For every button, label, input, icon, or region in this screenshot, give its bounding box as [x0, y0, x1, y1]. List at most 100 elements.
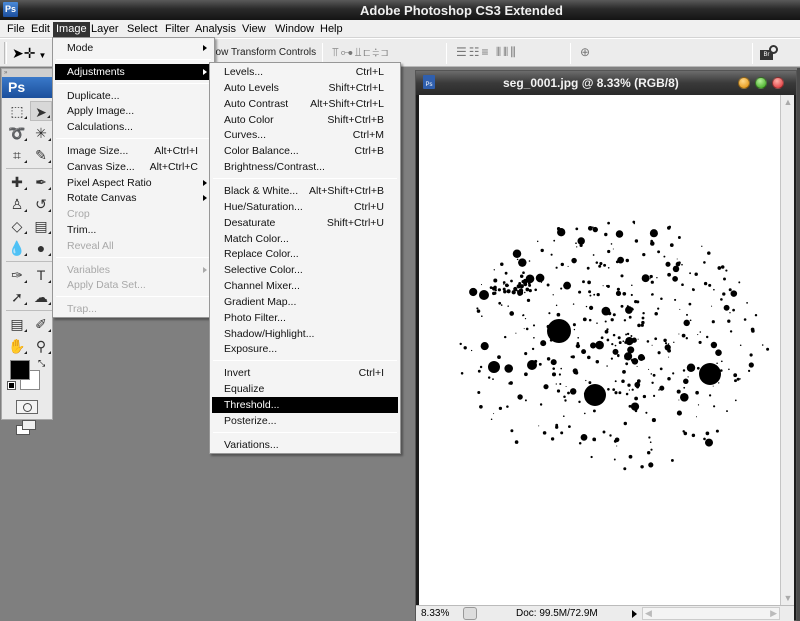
move-tool[interactable]: ➤: [30, 101, 52, 121]
distribute-right-icon[interactable]: ⫼: [510, 45, 518, 59]
shape-tool[interactable]: ☁: [30, 287, 52, 307]
distribute-top-icon[interactable]: ☰: [456, 45, 469, 59]
menu-item-selective-color[interactable]: Selective Color...: [212, 262, 398, 278]
menu-item-trim[interactable]: Trim...: [55, 222, 212, 238]
menu-item-hue-saturation[interactable]: Hue/Saturation... Ctrl+U: [212, 199, 398, 215]
pen-tool[interactable]: ✑: [6, 265, 28, 285]
menu-edit[interactable]: Edit: [28, 22, 53, 37]
menu-item-auto-contrast[interactable]: Auto Contrast Alt+Shift+Ctrl+L: [212, 96, 398, 112]
align-left-icon[interactable]: ⊏: [364, 45, 373, 59]
close-button[interactable]: [772, 77, 784, 89]
healing-brush-tool[interactable]: ✚: [6, 172, 28, 192]
magic-wand-tool[interactable]: ✳: [30, 123, 52, 143]
auto-align-icon[interactable]: ⊕: [580, 45, 592, 61]
menu-item-color-balance[interactable]: Color Balance... Ctrl+B: [212, 143, 398, 159]
menu-item-posterize[interactable]: Posterize...: [212, 413, 398, 429]
menu-item-brightness-contrast[interactable]: Brightness/Contrast...: [212, 159, 398, 175]
align-hcenter-icon[interactable]: ≑: [372, 45, 381, 59]
align-bottom-icon[interactable]: ⫫: [355, 45, 364, 59]
status-options-icon[interactable]: [463, 607, 477, 620]
menu-item-duplicate[interactable]: Duplicate...: [55, 88, 212, 104]
eyedropper-tool[interactable]: ✐: [30, 314, 52, 334]
palette-collapse-handle[interactable]: »: [2, 69, 52, 77]
eraser-tool[interactable]: ◇: [6, 216, 28, 236]
menu-item-mode[interactable]: Mode: [55, 40, 212, 56]
scroll-up-icon[interactable]: ▲: [782, 95, 794, 109]
swap-colors-icon[interactable]: ⤡: [38, 358, 45, 369]
dodge-tool[interactable]: ●: [30, 238, 52, 258]
distribute-bottom-icon[interactable]: ≡: [482, 45, 491, 59]
options-bar-grip[interactable]: [4, 42, 7, 64]
hand-tool[interactable]: ✋: [6, 336, 28, 356]
menu-item-desaturate[interactable]: Desaturate Shift+Ctrl+U: [212, 215, 398, 231]
scroll-right-icon[interactable]: ▶: [770, 608, 777, 619]
align-top-icon[interactable]: ⫪: [332, 45, 341, 59]
menu-item-apply-image[interactable]: Apply Image...: [55, 103, 212, 119]
menu-help[interactable]: Help: [317, 22, 346, 37]
go-to-bridge-button[interactable]: Br: [760, 45, 780, 61]
document-title-bar[interactable]: Ps seg_0001.jpg @ 8.33% (RGB/8): [416, 71, 796, 95]
horizontal-scrollbar[interactable]: ◀ ▶: [642, 607, 780, 620]
screen-mode-button[interactable]: [16, 420, 38, 436]
menu-item-match-color[interactable]: Match Color...: [212, 231, 398, 247]
menu-item-threshold[interactable]: Threshold...: [212, 397, 398, 413]
menu-item-replace-color[interactable]: Replace Color...: [212, 246, 398, 262]
quick-mask-button[interactable]: [16, 400, 38, 414]
menu-item-exposure[interactable]: Exposure...: [212, 341, 398, 357]
minimize-button[interactable]: [738, 77, 750, 89]
menu-item-equalize[interactable]: Equalize: [212, 381, 398, 397]
foreground-color-swatch[interactable]: [10, 360, 30, 380]
default-colors-icon[interactable]: [7, 381, 16, 390]
menu-item-canvas-size[interactable]: Canvas Size... Alt+Ctrl+C: [55, 159, 212, 175]
menu-item-channel-mixer[interactable]: Channel Mixer...: [212, 278, 398, 294]
menu-item-auto-color[interactable]: Auto Color Shift+Ctrl+B: [212, 112, 398, 128]
menu-item-levels[interactable]: Levels... Ctrl+L: [212, 64, 398, 80]
status-menu-arrow-icon[interactable]: [632, 610, 637, 618]
menu-select[interactable]: Select: [124, 22, 161, 37]
clone-stamp-tool[interactable]: ♙: [6, 194, 28, 214]
path-selection-tool[interactable]: ➚: [6, 287, 28, 307]
blur-tool[interactable]: 💧: [6, 238, 28, 258]
zoom-tool[interactable]: ⚲: [30, 336, 52, 356]
align-vcenter-icon[interactable]: ⊶: [341, 45, 355, 59]
menu-file[interactable]: File: [4, 22, 28, 37]
menu-image[interactable]: Image: [53, 22, 90, 37]
scroll-left-icon[interactable]: ◀: [645, 608, 652, 619]
show-transform-controls-checkbox[interactable]: how Transform Controls: [210, 47, 316, 58]
zoom-level-field[interactable]: 8.33%: [421, 606, 463, 621]
scroll-down-icon[interactable]: ▼: [782, 591, 794, 605]
menu-item-gradient-map[interactable]: Gradient Map...: [212, 294, 398, 310]
menu-item-photo-filter[interactable]: Photo Filter...: [212, 310, 398, 326]
menu-layer[interactable]: Layer: [88, 22, 122, 37]
crop-tool[interactable]: ⌗: [6, 145, 28, 165]
menu-item-rotate-canvas[interactable]: Rotate Canvas: [55, 190, 212, 206]
vertical-scrollbar[interactable]: ▲ ▼: [780, 95, 794, 605]
menu-item-image-size[interactable]: Image Size... Alt+Ctrl+I: [55, 143, 212, 159]
brush-tool[interactable]: ✒: [30, 172, 52, 192]
slice-tool[interactable]: ✎: [30, 145, 52, 165]
gradient-tool[interactable]: ▤: [30, 216, 52, 236]
maximize-button[interactable]: [755, 77, 767, 89]
menu-item-black-white[interactable]: Black & White... Alt+Shift+Ctrl+B: [212, 183, 398, 199]
menu-item-variations[interactable]: Variations...: [212, 437, 398, 453]
notes-tool[interactable]: ▤: [6, 314, 28, 334]
distribute-vcenter-icon[interactable]: ☷: [469, 45, 482, 59]
menu-item-invert[interactable]: Invert Ctrl+I: [212, 365, 398, 381]
image-canvas[interactable]: [419, 95, 780, 605]
menu-view[interactable]: View: [239, 22, 269, 37]
menu-window[interactable]: Window: [272, 22, 317, 37]
lasso-tool[interactable]: ➰: [6, 123, 28, 143]
align-right-icon[interactable]: ⊐: [381, 45, 390, 59]
menu-item-calculations[interactable]: Calculations...: [55, 119, 212, 135]
menu-item-curves[interactable]: Curves... Ctrl+M: [212, 127, 398, 143]
menu-item-adjustments[interactable]: Adjustments: [55, 63, 212, 80]
history-brush-tool[interactable]: ↺: [30, 194, 52, 214]
menu-item-pixel-aspect-ratio[interactable]: Pixel Aspect Ratio: [55, 175, 212, 191]
menu-item-shadow-highlight[interactable]: Shadow/Highlight...: [212, 326, 398, 342]
tool-preset-picker[interactable]: ➤✛ ▼: [12, 44, 46, 62]
menu-analysis[interactable]: Analysis: [192, 22, 239, 37]
menu-filter[interactable]: Filter: [162, 22, 192, 37]
marquee-tool[interactable]: ⬚: [6, 101, 28, 121]
menu-item-auto-levels[interactable]: Auto Levels Shift+Ctrl+L: [212, 80, 398, 96]
type-tool[interactable]: T: [30, 265, 52, 285]
